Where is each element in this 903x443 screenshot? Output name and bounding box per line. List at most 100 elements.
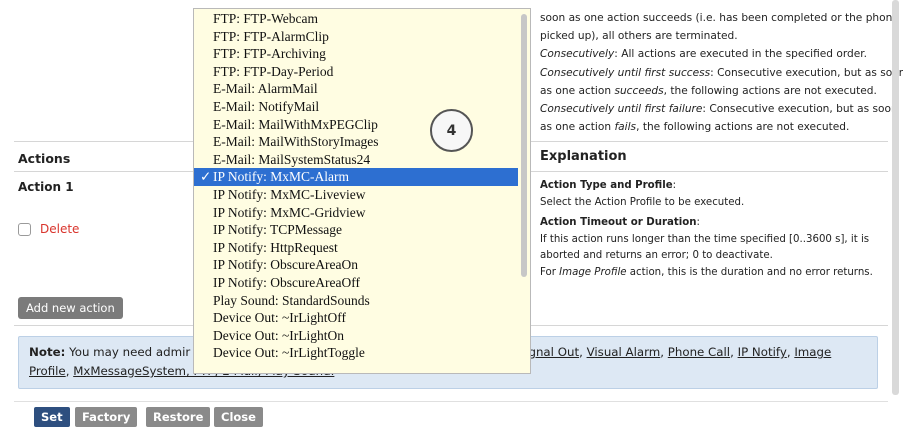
dropdown-option-label: IP Notify: MxMC-Gridview (213, 204, 366, 220)
step-callout: 4 (430, 109, 473, 152)
mode-explanation-line: as one action succeeds, the following ac… (540, 82, 890, 100)
dropdown-option-label: Play Sound: StandardSounds (213, 292, 370, 308)
text: , the following actions are not executed… (663, 84, 877, 97)
dropdown-option-label: Device Out: ~IrLightToggle (213, 345, 365, 361)
dropdown-scrollbar[interactable] (521, 14, 527, 277)
mode-explanation-line: as one action fails, the following actio… (540, 118, 890, 136)
text: aborted and returns an error; 0 to deact… (540, 250, 773, 261)
actions-header: Actions (18, 151, 71, 166)
dropdown-option-label: E-Mail: AlarmMail (213, 81, 318, 97)
dropdown-option-label: IP Notify: HttpRequest (213, 239, 338, 255)
text: If this action runs longer than the time… (540, 233, 870, 245)
bold-text: Action Timeout or Duration (540, 217, 697, 228)
mode-explanation-line: soon as one action succeeds (i.e. has be… (540, 9, 903, 27)
mode-explanation-line: Consecutively: All actions are executed … (540, 45, 890, 63)
dropdown-option[interactable]: E-Mail: MailSystemStatus24 (194, 151, 518, 169)
restore-button[interactable]: Restore (146, 407, 211, 427)
dropdown-option-label: FTP: FTP-AlarmClip (213, 28, 329, 44)
dropdown-option[interactable]: Device Out: ~IrLightOff (194, 309, 518, 327)
dropdown-option-label: E-Mail: MailWithMxPEGClip (213, 116, 378, 132)
explanation-line: Select the Action Profile to be executed… (540, 195, 890, 212)
action-explanation: Action Type and Profile: Select the Acti… (540, 178, 890, 281)
dropdown-option[interactable]: IP Notify: HttpRequest (194, 239, 518, 257)
dropdown-option-label: E-Mail: MailSystemStatus24 (213, 151, 371, 167)
text: : All actions are executed in the specif… (614, 48, 868, 61)
dropdown-option-label: IP Notify: ObscureAreaOn (213, 257, 358, 273)
text: action, this is the duration and no erro… (626, 266, 873, 278)
bold-text: Action Type and Profile (540, 180, 673, 191)
set-button[interactable]: Set (34, 407, 70, 427)
text: , the following actions are not executed… (636, 121, 850, 134)
dropdown-option[interactable]: FTP: FTP-Day-Period (194, 63, 518, 81)
add-new-action-button[interactable]: Add new action (18, 297, 123, 319)
dropdown-option[interactable]: Play Sound: StandardSounds (194, 292, 518, 310)
page: soon as one action succeeds (i.e. has be… (0, 0, 903, 443)
delete-control[interactable]: Delete (18, 222, 79, 236)
explanation-header: Explanation (540, 149, 627, 164)
dropdown-option[interactable]: IP Notify: MxMC-Liveview (194, 186, 518, 204)
dropdown-option[interactable]: FTP: FTP-Archiving (194, 45, 518, 63)
link-profile[interactable]: Profile (29, 364, 66, 378)
dropdown-option[interactable]: IP Notify: ObscureAreaOff (194, 274, 518, 292)
factory-button[interactable]: Factory (75, 407, 138, 427)
dropdown-option[interactable]: FTP: FTP-AlarmClip (194, 28, 518, 46)
mode-explanation-line: picked up), all others are terminated. (540, 27, 890, 45)
text: : Consecutive execution, but as soon (702, 103, 898, 116)
dropdown-option-label: FTP: FTP-Archiving (213, 46, 326, 62)
delete-label[interactable]: Delete (40, 222, 79, 236)
dropdown-option-label: E-Mail: NotifyMail (213, 98, 320, 114)
emphasis: Consecutively (540, 48, 615, 61)
emphasis: succeeds (614, 84, 664, 97)
dropdown-option[interactable]: Device Out: ~IrLightOn (194, 327, 518, 345)
text: : Consecutive execution, but as soon (710, 66, 903, 79)
dropdown-option[interactable]: ✓ IP Notify: MxMC-Alarm (194, 168, 518, 186)
action-1-label: Action 1 (18, 180, 74, 194)
dropdown-list: FTP: FTP-Webcam FTP: FTP-AlarmClip FTP: FT… (194, 10, 518, 362)
text: soon as one action succeeds (i.e. has be… (540, 12, 903, 24)
action-profile-dropdown[interactable]: FTP: FTP-Webcam FTP: FTP-AlarmClip FTP: FT… (193, 8, 531, 374)
dropdown-option[interactable]: FTP: FTP-Webcam (194, 10, 518, 28)
text: : (696, 217, 700, 228)
link-phone-call[interactable]: Phone Call (668, 345, 730, 359)
dropdown-option-label: IP Notify: ObscureAreaOff (213, 274, 360, 290)
dropdown-option-label: Device Out: ~IrLightOff (213, 310, 347, 326)
text: : (672, 180, 677, 191)
mode-explanation-line: Consecutively until first success: Conse… (540, 64, 903, 82)
dropdown-option[interactable]: Device Out: ~IrLightToggle (194, 344, 518, 362)
dropdown-option[interactable]: IP Notify: ObscureAreaOn (194, 256, 518, 274)
emphasis: Image Profile (559, 266, 627, 278)
note-label: Note: (29, 345, 66, 359)
dropdown-option-label: Device Out: ~IrLightOn (213, 327, 345, 343)
link-mxmessagesystem[interactable]: MxMessageSystem (73, 364, 186, 378)
explanation-line: aborted and returns an error; 0 to deact… (540, 248, 890, 265)
dropdown-option[interactable]: IP Notify: MxMC-Gridview (194, 204, 518, 222)
link-image-profile[interactable]: Image (794, 345, 831, 359)
link-ip-notify[interactable]: IP Notify (738, 345, 787, 359)
dropdown-option-label: FTP: FTP-Day-Period (213, 63, 334, 79)
link-visual-alarm[interactable]: Visual Alarm (587, 345, 661, 359)
footer-divider (14, 401, 888, 402)
explanation-line: For Image Profile action, this is the du… (540, 265, 890, 282)
explanation-line: If this action runs longer than the time… (540, 232, 890, 249)
dropdown-option-label: FTP: FTP-Webcam (213, 11, 319, 26)
close-button[interactable]: Close (214, 407, 263, 427)
explanation-line: Action Timeout or Duration: (540, 215, 890, 232)
dropdown-option-label: IP Notify: TCPMessage (213, 222, 343, 238)
text: as one action (540, 121, 615, 134)
dropdown-option[interactable]: IP Notify: TCPMessage (194, 221, 518, 239)
delete-checkbox[interactable] (18, 222, 31, 236)
emphasis: Consecutively until first failure (540, 103, 703, 116)
text: For (540, 266, 560, 278)
dropdown-option-label: IP Notify: MxMC-Alarm (213, 169, 349, 185)
dropdown-option-label: IP Notify: MxMC-Liveview (213, 186, 366, 202)
mode-explanation-line: Consecutively until first failure: Conse… (540, 100, 898, 118)
text: picked up), all others are terminated. (540, 30, 738, 43)
explanation-line: Action Type and Profile: (540, 178, 890, 195)
dropdown-option[interactable]: E-Mail: AlarmMail (194, 80, 518, 98)
text: as one action (540, 84, 615, 97)
note-text: You may need admir (65, 345, 191, 359)
page-scrollbar[interactable] (892, 0, 899, 395)
dropdown-option-label: E-Mail: MailWithStoryImages (213, 134, 379, 150)
dropdown-option[interactable]: E-Mail: NotifyMail (194, 98, 518, 116)
mode-explanation: soon as one action succeeds (i.e. has be… (540, 9, 903, 136)
